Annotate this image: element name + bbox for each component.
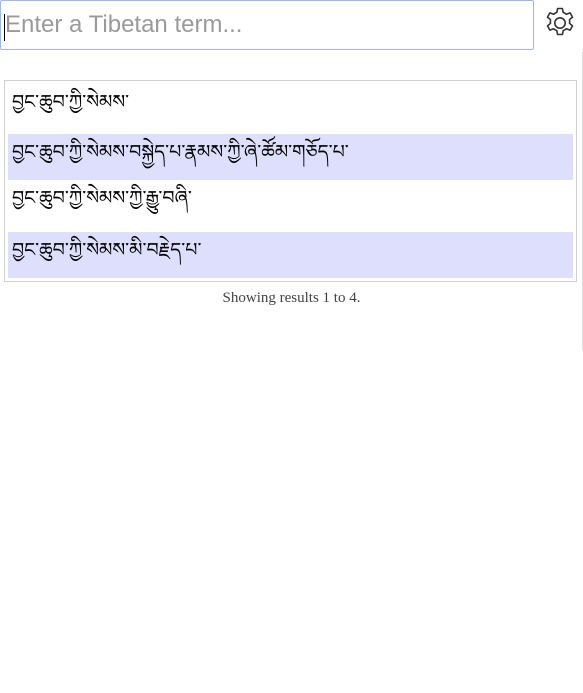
gear-icon: [543, 6, 577, 44]
search-bar: [0, 0, 583, 52]
text-caret: [4, 14, 5, 41]
search-input[interactable]: [0, 0, 534, 50]
results-status: Showing results 1 to 4.: [222, 290, 361, 306]
result-item[interactable]: བྱང་ཆུབ་ཀྱི་སེམས་: [8, 84, 573, 130]
result-item[interactable]: བྱང་ཆུབ་ཀྱི་སེམས་ཀྱི་རྒྱུ་བཞི་: [8, 180, 573, 226]
result-item[interactable]: བྱང་ཆུབ་ཀྱི་སེམས་མི་བརྗེད་པ་: [8, 232, 573, 278]
result-item[interactable]: བྱང་ཆུབ་ཀྱི་སེམས་བསྐྱེད་པ་རྣམས་ཀྱི་ཞེ་ཚོ…: [8, 134, 573, 180]
results-list: བྱང་ཆུབ་ཀྱི་སེམས་ བྱང་ཆུབ་ཀྱི་སེམས་བསྐྱེ…: [4, 80, 577, 282]
settings-button[interactable]: [541, 6, 579, 44]
